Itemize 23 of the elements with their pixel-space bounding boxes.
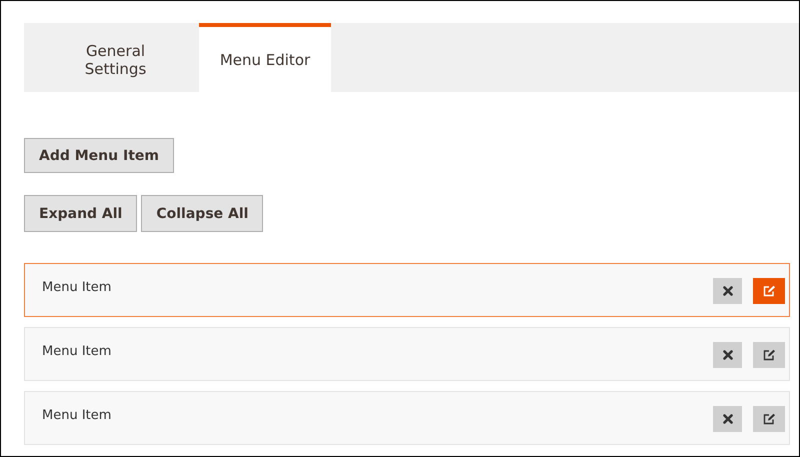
tab[interactable]: Menu Editor [199, 23, 331, 92]
edit-icon [762, 413, 776, 425]
delete-button[interactable] [713, 406, 742, 432]
menu-item-label: Menu Item [42, 408, 112, 423]
menu-item-label: Menu Item [42, 280, 112, 295]
menu-item-row[interactable]: Menu Item [24, 391, 790, 445]
menu-item-label: Menu Item [42, 344, 112, 359]
edit-button[interactable] [753, 406, 785, 432]
edit-button[interactable] [753, 278, 785, 304]
edit-icon [762, 349, 776, 361]
menu-item-row[interactable]: Menu Item [24, 263, 790, 317]
collapse-all-button[interactable]: Collapse All [141, 195, 264, 232]
close-icon [722, 350, 732, 360]
menu-item-row[interactable]: Menu Item [24, 327, 790, 381]
delete-button[interactable] [713, 342, 742, 368]
expand-all-button[interactable]: Expand All [24, 195, 138, 232]
edit-button[interactable] [753, 342, 785, 368]
edit-icon [762, 285, 776, 297]
add-menu-item-button[interactable]: Add Menu Item [24, 138, 174, 173]
close-icon [722, 414, 732, 424]
close-icon [722, 286, 732, 296]
delete-button[interactable] [713, 278, 742, 304]
tab[interactable]: General Settings [24, 23, 199, 92]
